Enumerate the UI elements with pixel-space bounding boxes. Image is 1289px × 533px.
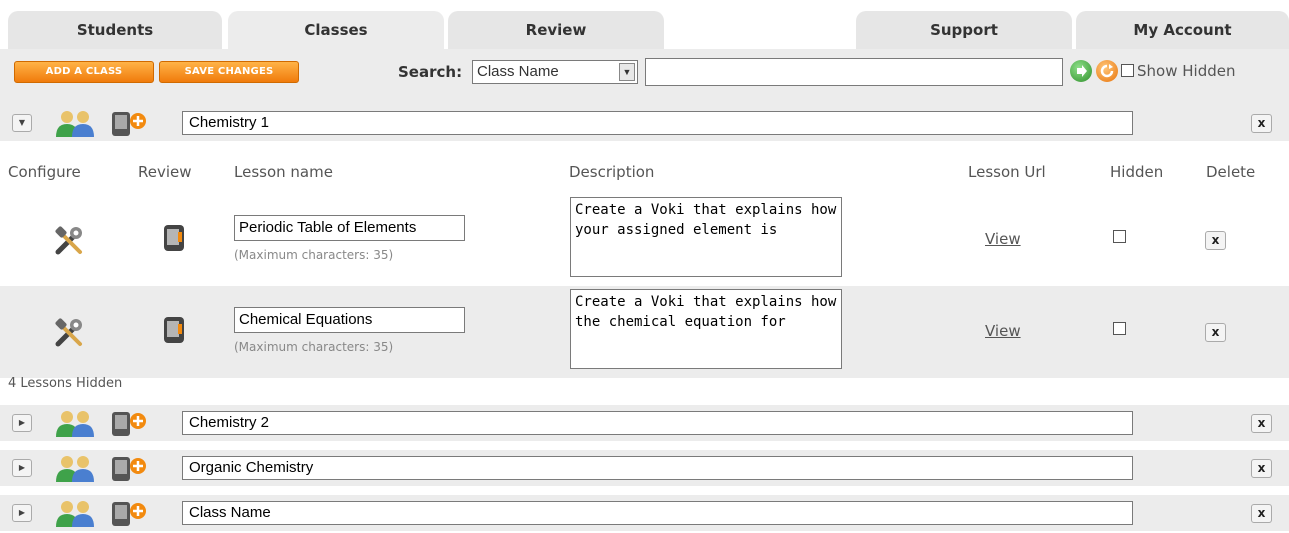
class-name-input[interactable]: Organic Chemistry bbox=[182, 456, 1133, 480]
header-lesson-url: Lesson Url bbox=[968, 163, 1046, 181]
tab-students[interactable]: Students bbox=[8, 11, 222, 49]
tab-support[interactable]: Support bbox=[856, 11, 1072, 49]
delete-class-button[interactable]: x bbox=[1251, 504, 1272, 523]
chevron-down-icon[interactable]: ▼ bbox=[619, 63, 635, 81]
show-hidden-checkbox[interactable] bbox=[1121, 64, 1134, 77]
search-field-select[interactable]: Class Name ▼ bbox=[472, 60, 638, 84]
max-characters-note: (Maximum characters: 35) bbox=[234, 248, 394, 262]
lesson-row: Periodic Table of Elements (Maximum char… bbox=[0, 194, 1289, 286]
tab-bar: Students Classes Review Support My Accou… bbox=[0, 0, 1289, 49]
description-textarea[interactable]: Create a Voki that explains how the chem… bbox=[570, 289, 842, 369]
add-class-button[interactable]: ADD A CLASS bbox=[14, 61, 154, 83]
expand-toggle[interactable]: ▶ bbox=[12, 504, 32, 522]
students-group-icon[interactable] bbox=[53, 109, 99, 137]
delete-class-button[interactable]: x bbox=[1251, 414, 1272, 433]
students-group-icon[interactable] bbox=[53, 409, 99, 437]
lesson-name-input[interactable]: Chemical Equations bbox=[234, 307, 465, 333]
lessons-table: Configure Review Lesson name Description… bbox=[0, 141, 1289, 404]
lesson-url-view-link[interactable]: View bbox=[985, 322, 1021, 340]
hidden-checkbox[interactable] bbox=[1113, 322, 1126, 335]
refresh-icon[interactable] bbox=[1096, 60, 1118, 82]
show-hidden-label: Show Hidden bbox=[1137, 62, 1236, 80]
header-configure: Configure bbox=[8, 163, 81, 181]
tab-classes[interactable]: Classes bbox=[228, 11, 444, 49]
header-description: Description bbox=[569, 163, 655, 181]
delete-lesson-button[interactable]: x bbox=[1205, 231, 1226, 250]
expand-toggle[interactable]: ▶ bbox=[12, 414, 32, 432]
header-review: Review bbox=[138, 163, 192, 181]
go-arrow-icon[interactable] bbox=[1070, 60, 1092, 82]
hidden-checkbox[interactable] bbox=[1113, 230, 1126, 243]
class-name-input[interactable]: Chemistry 2 bbox=[182, 411, 1133, 435]
search-label: Search: bbox=[398, 63, 463, 81]
header-delete: Delete bbox=[1206, 163, 1256, 181]
delete-class-button[interactable]: x bbox=[1251, 114, 1272, 133]
add-voki-icon[interactable] bbox=[110, 455, 150, 483]
students-group-icon[interactable] bbox=[53, 454, 99, 482]
search-input[interactable] bbox=[645, 58, 1063, 86]
configure-tools-icon[interactable] bbox=[52, 224, 86, 258]
toolbar: ADD A CLASS SAVE CHANGES Search: Class N… bbox=[0, 49, 1289, 105]
max-characters-note: (Maximum characters: 35) bbox=[234, 340, 394, 354]
collapse-toggle[interactable]: ▼ bbox=[12, 114, 32, 132]
tab-review[interactable]: Review bbox=[448, 11, 664, 49]
add-voki-icon[interactable] bbox=[110, 410, 150, 438]
class-row: ▼ Chemistry 1 x bbox=[0, 105, 1289, 141]
students-group-icon[interactable] bbox=[53, 499, 99, 527]
add-voki-icon[interactable] bbox=[110, 500, 150, 528]
header-hidden: Hidden bbox=[1110, 163, 1164, 181]
add-voki-icon[interactable] bbox=[110, 110, 150, 138]
lesson-name-input[interactable]: Periodic Table of Elements bbox=[234, 215, 465, 241]
header-lesson-name: Lesson name bbox=[234, 163, 333, 181]
class-name-input[interactable]: Chemistry 1 bbox=[182, 111, 1133, 135]
lesson-url-view-link[interactable]: View bbox=[985, 230, 1021, 248]
tab-my-account[interactable]: My Account bbox=[1076, 11, 1289, 49]
class-row: ▶ Organic Chemistry x bbox=[0, 450, 1289, 486]
class-row: ▶ Chemistry 2 x bbox=[0, 405, 1289, 441]
configure-tools-icon[interactable] bbox=[52, 316, 86, 350]
delete-lesson-button[interactable]: x bbox=[1205, 323, 1226, 342]
show-hidden-toggle[interactable]: Show Hidden bbox=[1121, 62, 1235, 80]
class-name-input[interactable]: Class Name bbox=[182, 501, 1133, 525]
review-voki-icon[interactable] bbox=[163, 316, 185, 344]
lesson-row: Chemical Equations (Maximum characters: … bbox=[0, 286, 1289, 378]
description-textarea[interactable]: Create a Voki that explains how your ass… bbox=[570, 197, 842, 277]
delete-class-button[interactable]: x bbox=[1251, 459, 1272, 478]
save-changes-button[interactable]: SAVE CHANGES bbox=[159, 61, 299, 83]
class-row: ▶ Class Name x bbox=[0, 495, 1289, 531]
review-voki-icon[interactable] bbox=[163, 224, 185, 252]
search-field-selected: Class Name bbox=[477, 63, 559, 80]
hidden-lessons-count[interactable]: 4 Lessons Hidden bbox=[8, 376, 122, 391]
expand-toggle[interactable]: ▶ bbox=[12, 459, 32, 477]
